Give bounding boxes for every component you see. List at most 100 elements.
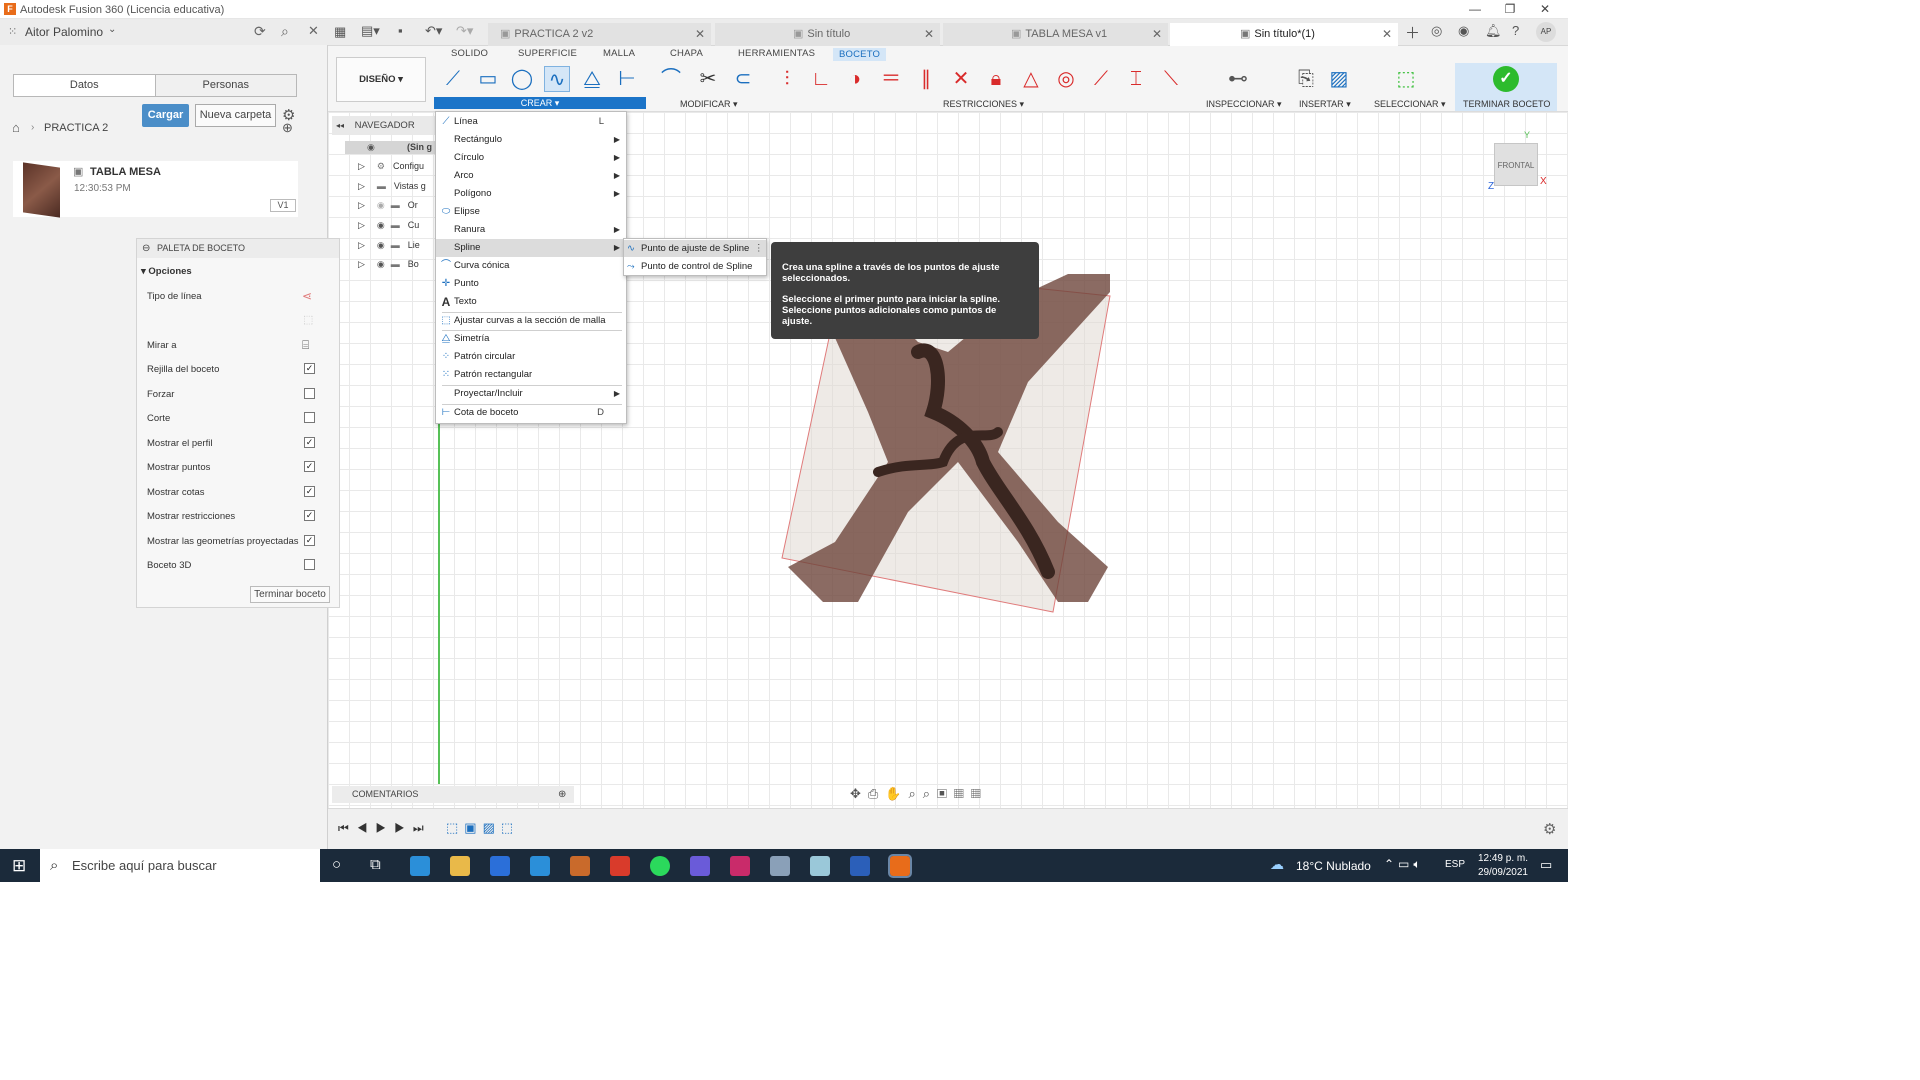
look-at-icon[interactable]: ⌸ bbox=[302, 338, 309, 353]
timeline-settings-icon[interactable]: ⚙ bbox=[1543, 820, 1556, 838]
options-section[interactable]: ▾ Opciones bbox=[141, 266, 192, 277]
palette-header[interactable]: ⊖ PALETA DE BOCETO bbox=[137, 239, 339, 258]
globe-icon[interactable]: ⊕ bbox=[282, 120, 293, 136]
undo-icon[interactable]: ↶▾ bbox=[425, 23, 442, 39]
version-badge[interactable]: V1 bbox=[270, 199, 296, 212]
edge-icon[interactable] bbox=[410, 856, 430, 876]
store-icon[interactable] bbox=[490, 856, 510, 876]
concentric-constraint-icon[interactable]: ◎ bbox=[1053, 66, 1079, 92]
parallel-constraint-icon[interactable]: ∥ bbox=[913, 66, 939, 92]
menu-item-point[interactable]: ✛ Punto bbox=[436, 275, 626, 293]
sketch-3d-checkbox[interactable] bbox=[304, 559, 315, 570]
inspect-group-label[interactable]: INSPECCIONAR ▾ bbox=[1206, 99, 1282, 110]
file-card[interactable]: ▣ TABLA MESA 12:30:53 PM V1 bbox=[13, 161, 298, 218]
upload-button[interactable]: Cargar bbox=[142, 104, 189, 127]
new-folder-button[interactable]: Nueva carpeta bbox=[195, 104, 276, 127]
refresh-icon[interactable]: ⟳ bbox=[254, 23, 266, 40]
menu-item-circular-pattern[interactable]: ⁘ Patrón circular bbox=[436, 348, 626, 366]
circle-tool-icon[interactable]: ◯ bbox=[509, 66, 535, 92]
new-tab-icon[interactable]: ＋ bbox=[1405, 22, 1420, 43]
symmetry-constraint-icon[interactable]: ⌶ bbox=[1123, 66, 1149, 92]
notification-center-icon[interactable]: ▭ bbox=[1540, 857, 1552, 873]
navigator-root[interactable]: ◉ (Sin g bbox=[345, 141, 435, 154]
menu-item-ellipse[interactable]: ⬭ Elipse bbox=[436, 203, 626, 221]
show-dimensions-checkbox[interactable]: ✓ bbox=[304, 486, 315, 497]
tab-sin-titulo[interactable]: ▣ Sin título ✕ bbox=[715, 23, 940, 46]
more-options-icon[interactable]: ⋮ bbox=[754, 240, 764, 257]
eye-icon[interactable]: ◉ bbox=[367, 142, 375, 153]
centerline-icon[interactable]: ⬚ bbox=[303, 313, 313, 326]
autocad-icon[interactable] bbox=[570, 856, 590, 876]
system-tray-icons[interactable]: ⌃▭🔈︎ bbox=[1384, 857, 1425, 872]
mail-icon[interactable] bbox=[530, 856, 550, 876]
avatar[interactable]: AP bbox=[1536, 22, 1556, 42]
menu-item-mirror[interactable]: ⧋ Simetría bbox=[436, 330, 626, 348]
menu-item-line[interactable]: ⟋ Línea L bbox=[436, 113, 626, 131]
tab-practica-2[interactable]: ▣ PRACTICA 2 v2 ✕ bbox=[488, 23, 711, 46]
timeline-features[interactable]: ⬚▣▨⬚ bbox=[446, 820, 519, 836]
menu-item-sketch-dimension[interactable]: ⊢ Cota de boceto D bbox=[436, 404, 626, 422]
cortana-icon[interactable]: ○ bbox=[332, 856, 341, 873]
expand-icon[interactable]: ▷ bbox=[358, 259, 365, 269]
slice-checkbox[interactable] bbox=[304, 412, 315, 423]
perpendicular-constraint-icon[interactable]: ∟ bbox=[808, 66, 834, 92]
word-icon[interactable] bbox=[850, 856, 870, 876]
expand-icon[interactable]: ▷ bbox=[358, 240, 365, 250]
show-constraints-checkbox[interactable]: ✓ bbox=[304, 510, 315, 521]
save-icon[interactable]: ▪ bbox=[398, 23, 403, 38]
insert-derive-icon[interactable]: ⎘ bbox=[1293, 66, 1319, 92]
add-comment-icon[interactable]: ⊕ bbox=[558, 786, 566, 803]
curvature-constraint-icon[interactable]: ⟍ bbox=[1158, 66, 1184, 92]
insert-image-icon[interactable]: ▨ bbox=[1326, 66, 1352, 92]
eye-hidden-icon[interactable]: ◉ bbox=[377, 200, 385, 210]
tab-malla[interactable]: MALLA bbox=[603, 48, 635, 59]
restore-button[interactable]: ❐ bbox=[1495, 2, 1525, 16]
windows-start-icon[interactable]: ⊞ bbox=[12, 856, 26, 876]
taskbar-search[interactable]: ⌕ Escribe aquí para buscar bbox=[40, 849, 320, 882]
redo-icon[interactable]: ↷▾ bbox=[456, 23, 473, 39]
expand-icon[interactable]: ▷ bbox=[358, 181, 365, 191]
fix-constraint-icon[interactable]: 🔒︎ bbox=[983, 66, 1009, 92]
navigation-toolbar[interactable]: ✥⎙✋⌕⌕▣▦▦ bbox=[850, 786, 1046, 806]
task-view-icon[interactable]: ⧉ bbox=[370, 856, 381, 873]
clock-time[interactable]: 12:49 p. m. bbox=[1473, 853, 1528, 864]
submenu-item-fit-point-spline[interactable]: ∿ Punto de ajuste de Spline ⋮ bbox=[624, 240, 766, 257]
show-projected-checkbox[interactable]: ✓ bbox=[304, 535, 315, 546]
tangent-constraint-icon[interactable]: ◑ bbox=[842, 66, 868, 92]
snap-checkbox[interactable] bbox=[304, 388, 315, 399]
team-icon[interactable]: ⁙ bbox=[8, 25, 17, 38]
submenu-item-control-point-spline[interactable]: ⤳ Punto de control de Spline bbox=[624, 258, 766, 275]
navigator-row-views[interactable]: ▷ ▬ Vistas g bbox=[358, 181, 426, 192]
measure-tool-icon[interactable]: ⊷ bbox=[1225, 66, 1251, 92]
user-name[interactable]: Aitor Palomino bbox=[25, 25, 103, 39]
file-menu-icon[interactable]: ▤▾ bbox=[361, 23, 380, 39]
equal-constraint-icon[interactable]: ＝ bbox=[878, 66, 904, 92]
eye-icon[interactable]: ◉ bbox=[377, 240, 385, 250]
constraints-group-label[interactable]: RESTRICCIONES ▾ bbox=[943, 99, 1024, 110]
calculator-icon[interactable] bbox=[770, 856, 790, 876]
navigator-row-config[interactable]: ▷ ⚙ Configu bbox=[358, 161, 424, 172]
paint-icon[interactable] bbox=[810, 856, 830, 876]
menu-item-text[interactable]: A Texto bbox=[436, 293, 626, 311]
sketch-grid-checkbox[interactable]: ✓ bbox=[304, 363, 315, 374]
tab-people[interactable]: Personas bbox=[154, 75, 296, 96]
tab-solido[interactable]: SOLIDO bbox=[451, 48, 488, 59]
minimize-button[interactable]: — bbox=[1460, 2, 1490, 16]
create-menu-button[interactable]: CREAR ▾ bbox=[434, 97, 646, 109]
close-window-button[interactable]: ✕ bbox=[1530, 2, 1560, 16]
menu-item-fit-curves[interactable]: ⬚ Ajustar curvas a la sección de malla bbox=[436, 312, 626, 330]
menu-item-arc[interactable]: Arco ▶ bbox=[436, 167, 626, 185]
construction-line-icon[interactable]: ⋖ bbox=[302, 289, 312, 303]
tab-sin-titulo-1[interactable]: ▣ Sin título*(1) ✕ bbox=[1170, 23, 1398, 46]
dimension-tool-icon[interactable]: ⊢ bbox=[614, 66, 640, 92]
navigator-row-bodies[interactable]: ▷ ◉ ▬ Cu bbox=[358, 220, 419, 231]
collapse-icon[interactable]: ⊖ bbox=[142, 239, 150, 258]
collapse-icon[interactable]: ◂◂ bbox=[336, 121, 344, 130]
help-icon[interactable]: ? bbox=[1512, 23, 1519, 38]
search-icon[interactable]: ⌕ bbox=[281, 23, 289, 40]
midpoint-constraint-icon[interactable]: △ bbox=[1018, 66, 1044, 92]
view-cube[interactable]: FRONTAL bbox=[1494, 143, 1538, 186]
chevron-down-icon[interactable]: ⌄ bbox=[108, 24, 116, 35]
file-explorer-icon[interactable] bbox=[450, 856, 470, 876]
mirror-tool-icon[interactable]: ⧋ bbox=[579, 66, 605, 92]
